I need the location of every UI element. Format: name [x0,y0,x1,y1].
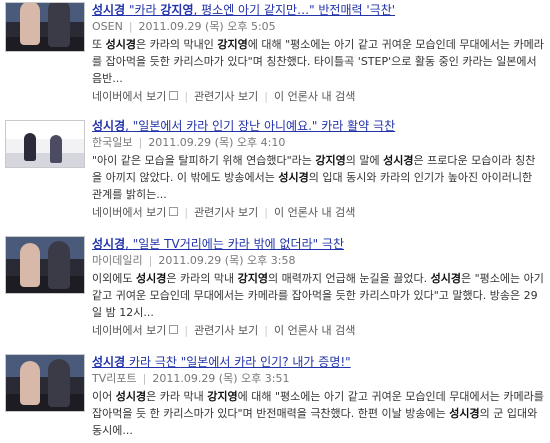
title-text[interactable]: "일본에서 카라 인기? 내가 증명!" [181,355,351,369]
keyword-highlight: 성시경 [449,407,480,420]
search-in-press-link[interactable]: 이 언론사 내 검색 [274,206,355,219]
news-thumbnail[interactable] [5,2,85,52]
title-separator[interactable]: "카라 [125,3,160,17]
news-meta: 한국일보 | 2011.09.29 (목) 오후 4:10 [92,136,286,149]
keyword-highlight: 성시경 [115,390,147,403]
description-text: 은 카라 막내 [146,390,208,403]
view-on-naver-link[interactable]: 네이버에서 보기 [92,206,179,219]
news-description: 이외에도 성시경은 카라의 막내 강지영의 매력까지 언급해 눈길을 끌었다. … [92,270,544,321]
title-separator[interactable]: 카라 극찬 [125,355,181,369]
description-text: 은 카라의 막내인 [136,38,218,51]
news-title[interactable]: 성시경, "일본 TV거리에는 카라 밖에 없더라" 극찬 [92,236,544,252]
view-on-naver-label[interactable]: 네이버에서 보기 [92,324,166,337]
keyword-highlight: 성시경 [383,154,414,167]
title-separator[interactable]: , [125,237,133,251]
description-text: 이어 [92,390,116,403]
keyword-highlight: 강지영 [237,272,268,285]
title-keyword[interactable]: 성시경 [92,355,125,369]
title-text[interactable]: "일본 TV거리에는 카라 밖에 없더라" 극찬 [133,237,344,251]
news-datetime: 2011.09.29 (목) 오후 3:58 [158,254,296,267]
view-on-naver-link[interactable]: 네이버에서 보기 [92,324,179,337]
title-keyword[interactable]: 성시경 [92,119,125,133]
title-keyword[interactable]: 성시경 [92,237,125,251]
search-in-press-link[interactable]: 이 언론사 내 검색 [274,324,355,337]
description-text: 이외에도 [92,272,136,285]
view-on-naver-label[interactable]: 네이버에서 보기 [92,90,166,103]
description-text: 의 말에 [345,154,384,167]
news-thumbnail[interactable] [5,236,85,294]
title-separator[interactable]: , [125,119,133,133]
news-source: 마이데일리 [92,254,143,267]
keyword-highlight: 강지영 [315,154,346,167]
news-title[interactable]: 성시경 "카라 강지영, 평소엔 아기 같지만…" 반전매력 '극찬' [92,2,544,18]
description-text: 은 카라의 막내 [166,272,238,285]
view-on-naver-label[interactable]: 네이버에서 보기 [92,206,166,219]
keyword-highlight: 강지영 [207,390,238,403]
news-datetime: 2011.09.29 (목) 오후 5:05 [138,20,276,33]
title-bold[interactable]: 강지영 [160,3,193,17]
keyword-highlight: 성시경 [105,38,136,51]
external-link-icon [169,207,179,216]
news-source: TV리포트 [92,372,137,385]
keyword-highlight: 성시경 [135,272,167,285]
search-in-press-link[interactable]: 이 언론사 내 검색 [274,90,355,103]
news-actions: 네이버에서 보기 | 관련기사 보기 | 이 언론사 내 검색 [92,324,356,337]
external-link-icon [169,91,179,100]
keyword-highlight: 강지영 [217,38,248,51]
title-text[interactable]: "일본에서 카라 인기 장난 아니예요." 카라 활약 극찬 [133,119,395,133]
news-source: 한국일보 [92,136,133,149]
news-title[interactable]: 성시경 카라 극찬 "일본에서 카라 인기? 내가 증명!" [92,354,544,370]
related-articles-link[interactable]: 관련기사 보기 [194,90,258,103]
news-actions: 네이버에서 보기 | 관련기사 보기 | 이 언론사 내 검색 [92,206,356,219]
description-text: 의 매력까지 언급해 눈길을 끌었다. [267,272,431,285]
news-thumbnail[interactable] [5,354,85,412]
news-meta: 마이데일리 | 2011.09.29 (목) 오후 3:58 [92,254,296,267]
news-meta: TV리포트 | 2011.09.29 (목) 오후 3:51 [92,372,290,385]
news-description: 이어 성시경은 카라 막내 강지영에 대해 "평소에는 아기 같고 귀여운 모습… [92,388,544,439]
external-link-icon [169,325,179,334]
related-articles-link[interactable]: 관련기사 보기 [194,324,258,337]
keyword-highlight: 성시경 [430,272,461,285]
news-source: OSEN [92,20,123,33]
news-description: 또 성시경은 카라의 막내인 강지영에 대해 "평소에는 아기 같고 귀여운 모… [92,36,544,87]
keyword-highlight: 성시경 [278,171,309,184]
news-description: "아이 같은 모습을 탈피하기 위해 연습했다"라는 강지영의 말에 성시경은 … [92,152,544,203]
title-text[interactable]: , 평소엔 아기 같지만…" 반전매력 '극찬' [193,3,395,17]
description-text: 또 [92,38,106,51]
news-title[interactable]: 성시경, "일본에서 카라 인기 장난 아니예요." 카라 활약 극찬 [92,118,544,134]
news-datetime: 2011.09.29 (목) 오후 3:51 [152,372,290,385]
news-meta: OSEN | 2011.09.29 (목) 오후 5:05 [92,20,276,33]
related-articles-link[interactable]: 관련기사 보기 [194,206,258,219]
description-text: "아이 같은 모습을 탈피하기 위해 연습했다"라는 [92,154,316,167]
news-datetime: 2011.09.29 (목) 오후 4:10 [148,136,286,149]
title-keyword[interactable]: 성시경 [92,3,125,17]
news-thumbnail[interactable] [5,120,85,168]
news-actions: 네이버에서 보기 | 관련기사 보기 | 이 언론사 내 검색 [92,90,356,103]
view-on-naver-link[interactable]: 네이버에서 보기 [92,90,179,103]
